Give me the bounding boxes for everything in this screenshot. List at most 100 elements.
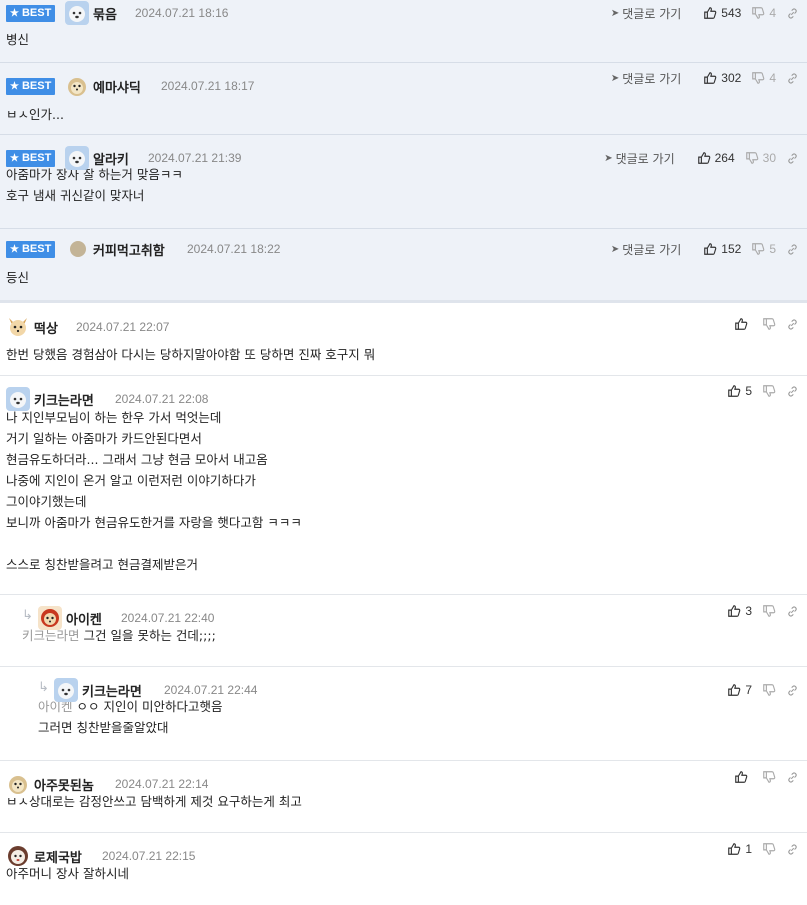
thumbs-down-icon bbox=[763, 605, 776, 617]
link-icon bbox=[788, 844, 797, 854]
link-icon bbox=[788, 319, 797, 329]
thumbs-down-icon bbox=[752, 72, 765, 84]
link-icon bbox=[788, 386, 797, 396]
thumbs-down-icon bbox=[763, 771, 776, 783]
comment-text: 한번 당했음 경험삼아 다시는 당하지말아야함 또 당하면 진짜 호구지 뭐 bbox=[6, 347, 376, 362]
thumbs-up-icon bbox=[728, 385, 741, 397]
downvote-button[interactable] bbox=[762, 842, 776, 856]
comment-actions bbox=[724, 315, 799, 333]
comment-actions: 5 bbox=[717, 382, 799, 400]
comment-actions: 7 bbox=[717, 681, 799, 699]
thumbs-up-icon bbox=[735, 771, 748, 783]
comment-actions: 1 bbox=[717, 840, 799, 858]
goto-comment-link[interactable]: ➤ 댓글로 가기 bbox=[604, 150, 674, 167]
comment-date: 2024.07.21 22:08 bbox=[115, 392, 209, 406]
reply-comment: ↳ 키크는라면 2024.07.21 22:44 7 아이켄 ㅇㅇ 지인이 미안하… bbox=[0, 667, 807, 761]
upvote-button[interactable]: 1 bbox=[727, 842, 752, 856]
comment-author[interactable]: 커피먹고취함 bbox=[93, 240, 165, 259]
comment-author[interactable]: 키크는라면 bbox=[82, 681, 142, 700]
downvote-button[interactable] bbox=[762, 604, 776, 618]
link-icon bbox=[788, 685, 797, 695]
comment: 아주못된놈 2024.07.21 22:14 ㅂㅅ상대로는 감정안쓰고 담백하게… bbox=[0, 761, 807, 833]
reply-mention[interactable]: 키크는라면 bbox=[22, 628, 80, 643]
avatar bbox=[38, 606, 62, 630]
comment: 떡상 2024.07.21 22:07 한번 당했음 경험삼아 다시는 당하지말… bbox=[0, 303, 807, 376]
comment-text: 보니까 아줌마가 현금유도한거를 자랑을 햇다고함 ㅋㅋㅋ bbox=[6, 515, 302, 530]
comment-author[interactable]: 알라키 bbox=[93, 149, 129, 168]
comment-actions: 3 bbox=[717, 602, 799, 620]
upvote-button[interactable]: 7 bbox=[727, 683, 752, 697]
thumbs-up-icon bbox=[728, 605, 741, 617]
thumbs-down-icon bbox=[752, 243, 765, 255]
copy-link-button[interactable] bbox=[786, 843, 799, 856]
copy-link-button[interactable] bbox=[786, 7, 799, 20]
comment-text: 스스로 칭찬받을려고 현금결제받은거 bbox=[6, 557, 198, 572]
comment-actions: ➤ 댓글로 가기 302 4 bbox=[611, 69, 799, 87]
upvote-button[interactable]: 543 bbox=[703, 6, 741, 20]
upvote-button[interactable] bbox=[734, 770, 752, 784]
comment-author[interactable]: 아이켄 bbox=[66, 609, 102, 628]
downvote-button[interactable] bbox=[762, 683, 776, 697]
thumbs-up-icon bbox=[704, 7, 717, 19]
best-comment: ★ BEST 커피먹고취함 2024.07.21 18:22 ➤ 댓글로 가기 15… bbox=[0, 229, 807, 303]
downvote-button[interactable] bbox=[762, 384, 776, 398]
reply-comment: ↳ 아이켄 2024.07.21 22:40 3 키크는라면 그건 일을 못하는 … bbox=[0, 595, 807, 667]
upvote-button[interactable]: 5 bbox=[727, 384, 752, 398]
best-badge: ★ BEST bbox=[6, 241, 55, 258]
avatar bbox=[65, 1, 89, 25]
send-arrow-icon: ➤ bbox=[610, 72, 620, 84]
best-badge: ★ BEST bbox=[6, 150, 55, 167]
comment-author[interactable]: 아주못된놈 bbox=[34, 775, 94, 794]
comment-date: 2024.07.21 22:15 bbox=[102, 849, 196, 863]
comment-author[interactable]: 키크는라면 bbox=[34, 390, 94, 409]
thumbs-down-icon bbox=[763, 843, 776, 855]
best-badge: ★ BEST bbox=[6, 5, 55, 22]
copy-link-button[interactable] bbox=[786, 605, 799, 618]
comment-date: 2024.07.21 22:40 bbox=[121, 611, 215, 625]
comment-text: 등신 bbox=[6, 270, 30, 285]
comment-author[interactable]: 묶음 bbox=[93, 4, 117, 23]
thumbs-up-icon bbox=[704, 72, 717, 84]
comment-date: 2024.07.21 22:44 bbox=[164, 683, 258, 697]
upvote-button[interactable]: 264 bbox=[697, 151, 735, 165]
goto-comment-link[interactable]: ➤ 댓글로 가기 bbox=[611, 241, 681, 258]
upvote-button[interactable]: 152 bbox=[703, 242, 741, 256]
goto-comment-link[interactable]: ➤ 댓글로 가기 bbox=[611, 70, 681, 87]
downvote-button[interactable]: 4 bbox=[751, 6, 776, 20]
upvote-button[interactable] bbox=[734, 317, 752, 331]
copy-link-button[interactable] bbox=[786, 72, 799, 85]
comment-text: 거기 일하는 아줌마가 카드안된다면서 bbox=[6, 431, 202, 446]
comment: 키크는라면 2024.07.21 22:08 5 나 지인부모님이 하는 한우 … bbox=[0, 376, 807, 595]
downvote-button[interactable] bbox=[762, 770, 776, 784]
comment-date: 2024.07.21 22:07 bbox=[76, 320, 170, 334]
send-arrow-icon: ➤ bbox=[610, 7, 620, 19]
send-arrow-icon: ➤ bbox=[610, 243, 620, 255]
avatar bbox=[65, 146, 89, 170]
downvote-button[interactable] bbox=[762, 317, 776, 331]
copy-link-button[interactable] bbox=[786, 385, 799, 398]
copy-link-button[interactable] bbox=[786, 684, 799, 697]
thumbs-up-icon bbox=[728, 684, 741, 696]
comment-author[interactable]: 로제국밥 bbox=[34, 847, 82, 866]
downvote-button[interactable]: 30 bbox=[745, 151, 776, 165]
copy-link-button[interactable] bbox=[786, 771, 799, 784]
avatar bbox=[54, 678, 78, 702]
comment-author[interactable]: 떡상 bbox=[34, 318, 58, 337]
comment-author[interactable]: 예마샤딕 bbox=[93, 77, 141, 96]
comment-text: 병신 bbox=[6, 32, 30, 47]
copy-link-button[interactable] bbox=[786, 152, 799, 165]
comment-date: 2024.07.21 22:14 bbox=[115, 777, 209, 791]
goto-comment-link[interactable]: ➤ 댓글로 가기 bbox=[611, 5, 681, 22]
downvote-button[interactable]: 5 bbox=[751, 242, 776, 256]
comment-text: ㅂㅅ인가... bbox=[6, 107, 64, 122]
upvote-button[interactable]: 302 bbox=[703, 71, 741, 85]
copy-link-button[interactable] bbox=[786, 318, 799, 331]
downvote-button[interactable]: 4 bbox=[751, 71, 776, 85]
avatar bbox=[65, 74, 89, 98]
star-icon: ★ bbox=[10, 153, 19, 164]
avatar bbox=[70, 241, 86, 257]
copy-link-button[interactable] bbox=[786, 243, 799, 256]
link-icon bbox=[788, 244, 797, 254]
upvote-button[interactable]: 3 bbox=[727, 604, 752, 618]
thumbs-down-icon bbox=[763, 318, 776, 330]
